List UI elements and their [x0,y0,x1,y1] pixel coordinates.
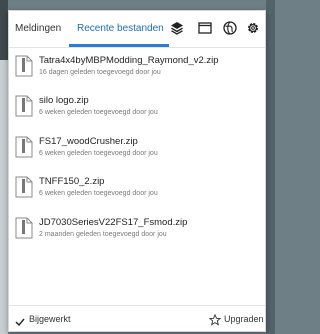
globe-icon[interactable] [222,20,238,36]
active-tab-indicator [69,44,169,47]
list-item[interactable]: TNFF150_2.zip 6 weken geleden toegevoegd… [9,170,265,210]
file-meta: 6 weken geleden toegevoegd door jou [39,109,158,116]
zip-file-icon [15,136,33,158]
layers-icon[interactable] [169,20,185,36]
tab-recent-files[interactable]: Recente bestanden [77,23,164,34]
background-window-edge [266,0,275,334]
list-item[interactable]: Tatra4x4byMBPModding_Raymond_v2.zip 16 d… [9,49,265,89]
list-item[interactable]: FS17_woodCrusher.zip 6 weken geleden toe… [9,130,265,170]
file-meta: 6 weken geleden toegevoegd door jou [39,190,158,197]
list-item[interactable]: silo logo.zip 6 weken geleden toegevoegd… [9,89,265,129]
recent-files-flyout: Meldingen Recente bestanden Tatra4x4byMB… [8,10,266,332]
file-name: JD7030SeriesV22FS17_Fsmod.zip [39,217,188,228]
background-window-edge [0,60,8,334]
file-meta: 2 maanden geleden toegevoegd door jou [39,231,167,238]
file-name: Tatra4x4byMBPModding_Raymond_v2.zip [39,55,219,66]
status-footer: Bijgewerkt Upgraden [9,305,265,332]
file-name: silo logo.zip [39,95,89,106]
tab-notifications[interactable]: Meldingen [15,23,61,34]
window-icon[interactable] [197,20,213,36]
file-meta: 16 dagen geleden toegevoegd door jou [39,69,161,76]
upgrade-label: Upgraden [224,314,264,324]
upgrade-button[interactable]: Upgraden [208,312,265,328]
list-item[interactable]: JD7030SeriesV22FS17_Fsmod.zip 2 maanden … [9,211,265,251]
tab-bar: Meldingen Recente bestanden [9,11,265,48]
zip-file-icon [15,95,33,117]
gear-icon[interactable] [245,20,261,36]
sync-status: Bijgewerkt [29,314,71,324]
zip-file-icon [15,217,33,239]
checkmark-icon [15,314,25,327]
zip-file-icon [15,55,33,77]
background-window-edge [0,0,8,60]
file-meta: 6 weken geleden toegevoegd door jou [39,150,158,157]
file-name: FS17_woodCrusher.zip [39,136,138,147]
star-icon [208,313,222,326]
file-name: TNFF150_2.zip [39,176,105,187]
zip-file-icon [15,176,33,198]
